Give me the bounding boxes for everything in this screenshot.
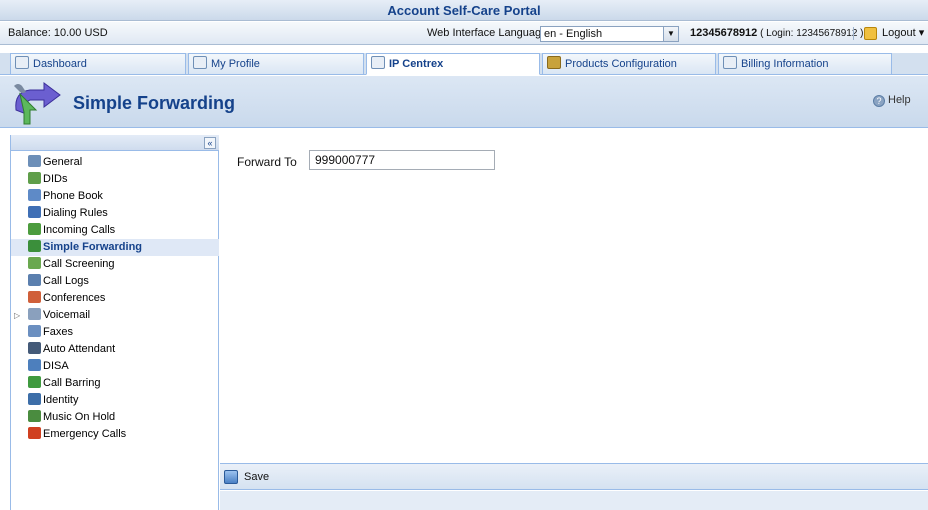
sidebar-item-label: Incoming Calls bbox=[43, 224, 116, 236]
simple-forwarding-icon bbox=[14, 82, 61, 125]
form-footer: Save bbox=[220, 463, 928, 490]
sidebar-item-music-on-hold[interactable]: Music On Hold bbox=[11, 409, 219, 426]
chevron-down-icon[interactable]: ▼ bbox=[663, 27, 678, 41]
tab-dashboard[interactable]: Dashboard bbox=[10, 53, 186, 75]
sidebar-header: « bbox=[11, 135, 219, 151]
conferences-icon bbox=[28, 291, 41, 303]
general-icon bbox=[28, 155, 41, 167]
account-number: 12345678912 bbox=[690, 27, 758, 39]
sidebar-item-label: Dialing Rules bbox=[43, 207, 108, 219]
forward-to-label: Forward To bbox=[237, 155, 297, 169]
incoming-calls-icon bbox=[28, 223, 41, 235]
tab-my-profile[interactable]: My Profile bbox=[188, 53, 364, 75]
main-panel: Forward To 999000777 Save bbox=[220, 135, 928, 510]
collapse-button[interactable]: « bbox=[204, 137, 216, 149]
sidebar-item-label: Conferences bbox=[43, 292, 106, 304]
logout-label: Logout bbox=[882, 27, 916, 39]
sidebar: « General DIDs Phone Book Dialing Rules … bbox=[10, 135, 219, 510]
language-label: Web Interface Language: bbox=[427, 27, 551, 39]
sidebar-item-phone-book[interactable]: Phone Book bbox=[11, 188, 219, 205]
billing-icon bbox=[723, 56, 737, 69]
call-screening-icon bbox=[28, 257, 41, 269]
forward-to-input[interactable]: 999000777 bbox=[309, 150, 495, 170]
app-title: Account Self-Care Portal bbox=[0, 0, 928, 21]
tab-label: Billing Information bbox=[741, 58, 829, 70]
sidebar-item-label: DIDs bbox=[43, 173, 68, 185]
sidebar-item-identity[interactable]: Identity bbox=[11, 392, 219, 409]
sidebar-item-incoming-calls[interactable]: Incoming Calls bbox=[11, 222, 219, 239]
sidebar-item-label: Phone Book bbox=[43, 190, 103, 202]
sidebar-item-call-barring[interactable]: Call Barring bbox=[11, 375, 219, 392]
call-logs-icon bbox=[28, 274, 41, 286]
sidebar-item-conferences[interactable]: Conferences bbox=[11, 290, 219, 307]
phone-book-icon bbox=[28, 189, 41, 201]
bottom-strip bbox=[220, 491, 928, 510]
sidebar-item-label: Call Logs bbox=[43, 275, 89, 287]
music-on-hold-icon bbox=[28, 410, 41, 422]
account-info: 12345678912 ( Login: 12345678912 ) bbox=[690, 22, 864, 45]
save-button[interactable]: Save bbox=[244, 471, 269, 483]
sidebar-item-auto-attendant[interactable]: Auto Attendant bbox=[11, 341, 219, 358]
disa-icon bbox=[28, 359, 41, 371]
sidebar-item-dids[interactable]: DIDs bbox=[11, 171, 219, 188]
tab-ip-centrex[interactable]: IP Centrex bbox=[366, 53, 540, 75]
emergency-calls-icon bbox=[28, 427, 41, 439]
sidebar-item-general[interactable]: General bbox=[11, 154, 219, 171]
tab-billing-information[interactable]: Billing Information bbox=[718, 53, 892, 75]
sidebar-item-label: General bbox=[43, 156, 83, 168]
identity-icon bbox=[28, 393, 41, 405]
call-barring-icon bbox=[28, 376, 41, 388]
sidebar-item-label: Identity bbox=[43, 394, 79, 406]
info-bar: Balance: 10.00 USD Web Interface Languag… bbox=[0, 22, 928, 45]
sidebar-item-call-screening[interactable]: Call Screening bbox=[11, 256, 219, 273]
tab-bar: Dashboard My Profile IP Centrex Products… bbox=[0, 53, 928, 75]
language-value: en - English bbox=[544, 28, 603, 40]
profile-icon bbox=[193, 56, 207, 69]
simple-forwarding-icon bbox=[28, 240, 41, 252]
sidebar-item-label: Emergency Calls bbox=[43, 428, 127, 440]
help-link[interactable]: Help bbox=[888, 94, 911, 106]
sidebar-nav: General DIDs Phone Book Dialing Rules In… bbox=[11, 154, 219, 443]
language-select[interactable]: en - English ▼ bbox=[540, 26, 679, 42]
sidebar-item-label: Voicemail bbox=[43, 309, 91, 321]
help-icon[interactable]: ? bbox=[873, 95, 885, 107]
sidebar-item-dialing-rules[interactable]: Dialing Rules bbox=[11, 205, 219, 222]
sidebar-item-label: Simple Forwarding bbox=[43, 241, 143, 253]
products-icon bbox=[547, 56, 561, 69]
sidebar-item-voicemail[interactable]: ▷ Voicemail bbox=[11, 307, 219, 324]
balance-text: Balance: 10.00 USD bbox=[8, 27, 108, 39]
dashboard-icon bbox=[15, 56, 29, 69]
auto-attendant-icon bbox=[28, 342, 41, 354]
dids-icon bbox=[28, 172, 41, 184]
save-icon[interactable] bbox=[224, 470, 238, 484]
logout-button[interactable]: Logout ▾ bbox=[882, 22, 924, 45]
expand-icon[interactable]: ▷ bbox=[14, 307, 20, 324]
lock-icon[interactable] bbox=[864, 27, 877, 40]
faxes-icon bbox=[28, 325, 41, 337]
sidebar-item-faxes[interactable]: Faxes bbox=[11, 324, 219, 341]
sidebar-item-label: Music On Hold bbox=[43, 411, 116, 423]
sidebar-item-label: Call Barring bbox=[43, 377, 101, 389]
page-title: Simple Forwarding bbox=[73, 93, 236, 113]
voicemail-icon bbox=[28, 308, 41, 320]
divider bbox=[853, 27, 854, 40]
sidebar-item-label: Faxes bbox=[43, 326, 73, 338]
tab-products-configuration[interactable]: Products Configuration bbox=[542, 53, 716, 75]
sidebar-item-simple-forwarding[interactable]: Simple Forwarding bbox=[11, 239, 219, 256]
tab-label: My Profile bbox=[211, 58, 260, 70]
sidebar-item-emergency-calls[interactable]: Emergency Calls bbox=[11, 426, 219, 443]
sidebar-item-disa[interactable]: DISA bbox=[11, 358, 219, 375]
dialing-rules-icon bbox=[28, 206, 41, 218]
account-login: ( Login: 12345678912 ) bbox=[760, 28, 864, 39]
ip-centrex-icon bbox=[371, 56, 385, 69]
sidebar-item-label: DISA bbox=[43, 360, 69, 372]
sidebar-item-label: Call Screening bbox=[43, 258, 115, 270]
sidebar-item-label: Auto Attendant bbox=[43, 343, 116, 355]
tab-label: Products Configuration bbox=[565, 58, 677, 70]
page-header: Simple Forwarding ? Help bbox=[0, 76, 928, 128]
sidebar-item-call-logs[interactable]: Call Logs bbox=[11, 273, 219, 290]
tab-label: Dashboard bbox=[33, 58, 87, 70]
tab-label: IP Centrex bbox=[389, 58, 444, 70]
